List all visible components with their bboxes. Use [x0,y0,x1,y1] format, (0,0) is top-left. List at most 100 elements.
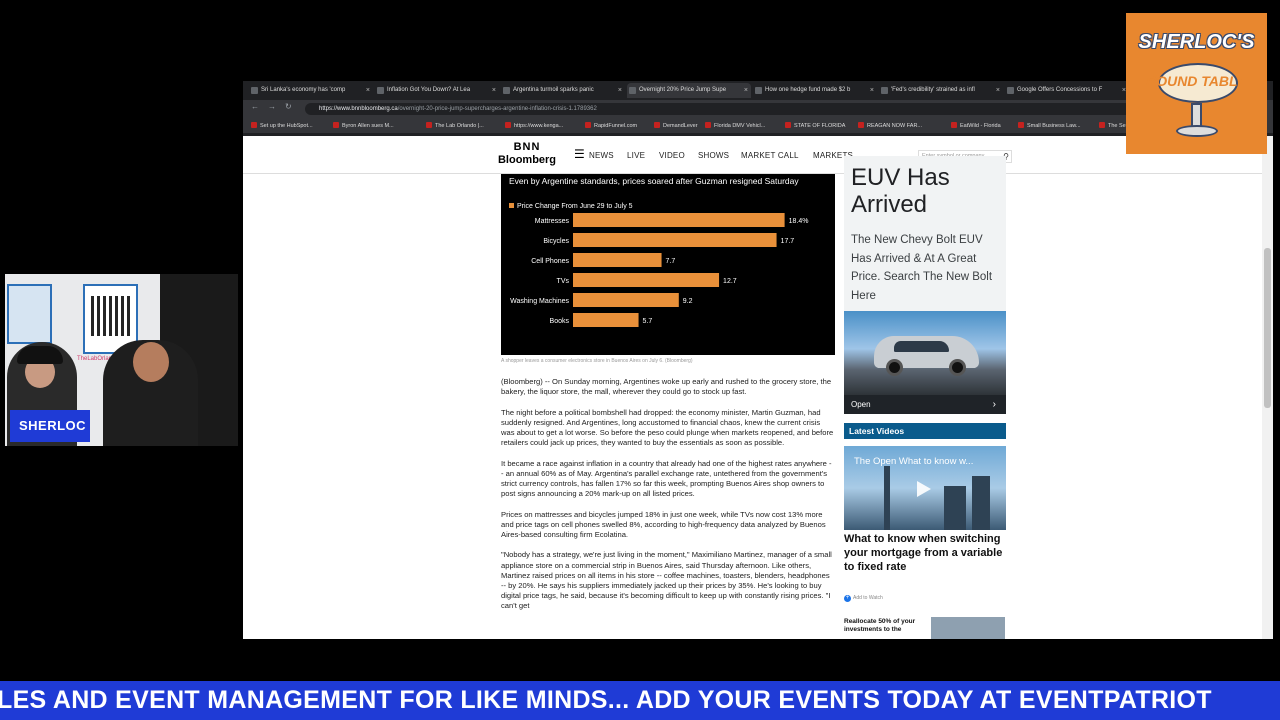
browser-window: Sri Lanka's economy has 'comp × Inflation … [243,81,1273,639]
browser-tab-1[interactable]: Inflation Got You Down? At Lea × [375,83,499,98]
browser-tab-4[interactable]: How one hedge fund made $2 b × [753,83,877,98]
nav-live[interactable]: LIVE [627,151,645,160]
wheel [886,359,903,376]
article-paragraph: (Bloomberg) -- On Sunday morning, Argent… [501,377,832,397]
legend-label: Price Change From June 29 to July 5 [517,203,633,210]
wheel [949,359,966,376]
cap [17,346,63,364]
bookmark-item[interactable]: STATE OF FLORIDA [785,122,845,129]
scrollbar-thumb[interactable] [1264,248,1271,408]
back-icon[interactable]: ← [251,102,259,111]
article-paragraph: "Nobody has a strategy, we're just livin… [501,550,832,611]
bookmark-item[interactable]: The Lab Orlando |... [426,122,484,129]
video-title[interactable]: What to know when switching your mortgag… [844,532,1006,574]
web-page: BNN Bloomberg ☰ NEWS LIVE VIDEO SHOWS MA… [243,136,1273,639]
nav-market-call[interactable]: MARKET CALL [741,151,799,160]
reload-icon[interactable]: ↻ [285,102,292,111]
browser-tab-5[interactable]: 'Fed's credibility' strained as infl × [879,83,1003,98]
ad-open-button[interactable]: Open › [844,395,1006,414]
bookmark-item[interactable]: Small Business Law... [1018,122,1081,129]
video2-thumbnail [931,617,1005,639]
bookmark-item[interactable]: DemandLever [654,122,698,129]
ticker-text: LES AND EVENT MANAGEMENT FOR LIKE MINDS.… [0,686,1212,714]
bookmarks-bar: Set up the HubSpot... Byron Allen sues M.… [243,117,1273,134]
building-shape [972,476,990,530]
url-field[interactable]: https://www.bnnbloomberg.ca/overnight-20… [305,103,1265,115]
building-shape [944,486,966,530]
tab-label: 'Fed's credibility' strained as infl [891,87,975,93]
tab-favicon-icon [629,87,636,94]
chart-legend: Price Change From June 29 to July 5 [509,203,633,210]
bar-washing-machines [573,293,679,307]
bar-tvs [573,273,720,287]
tab-close-icon[interactable]: × [492,83,496,98]
bookmark-item[interactable]: Florida DMV Vehicl... [705,122,765,129]
video-thumbnail[interactable]: The Open What to know w... [844,446,1006,530]
tab-favicon-icon [251,87,258,94]
play-icon[interactable] [917,481,931,497]
browser-tab-6[interactable]: Google Offers Concessions to F × [1005,83,1129,98]
chevy-ad[interactable]: EUV Has Arrived The New Chevy Bolt EUV Ha… [844,156,1006,414]
table-base-shape [1176,125,1218,137]
browser-tab-2[interactable]: Argentina turmoil sparks panic × [501,83,625,98]
show-logo-title: SHERLOC'S [1138,31,1255,53]
tab-strip: Sri Lanka's economy has 'comp × Inflation … [243,81,1273,98]
tab-label: How one hedge fund made $2 b [765,87,851,93]
browser-tab-3[interactable]: Overnight 20% Price Jump Supe × [627,83,751,98]
browser-tab-0[interactable]: Sri Lanka's economy has 'comp × [249,83,373,98]
tab-close-icon[interactable]: × [618,83,622,98]
latest-videos-header: Latest Videos [844,423,1006,439]
bar-books [573,313,639,327]
tab-close-icon[interactable]: × [744,83,748,98]
bookmark-item[interactable]: Set up the HubSpot... [251,122,313,129]
tab-favicon-icon [377,87,384,94]
nav-video[interactable]: VIDEO [659,151,685,160]
news-ticker: LES AND EVENT MANAGEMENT FOR LIKE MINDS.… [0,681,1280,720]
tab-close-icon[interactable]: × [996,83,1000,98]
bar-bicycles [573,233,777,247]
page-scrollbar[interactable] [1262,136,1273,639]
bookmark-item[interactable]: REAGAN NOW FAR... [858,122,922,129]
nav-shows[interactable]: SHOWS [698,151,729,160]
tab-label: Overnight 20% Price Jump Supe [639,87,727,93]
bar-mattresses [573,213,785,227]
nav-news[interactable]: NEWS [589,151,614,160]
article-body: (Bloomberg) -- On Sunday morning, Argent… [501,377,834,622]
tab-label: Argentina turmoil sparks panic [513,87,594,93]
forward-icon[interactable]: → [268,102,276,111]
tab-label: Inflation Got You Down? At Lea [387,87,471,93]
url-host: https://www.bnnbloomberg.ca [319,106,398,112]
chevron-right-icon: › [992,399,996,410]
chart-subtitle: Even by Argentine standards, prices soar… [509,176,799,186]
value-label: 5.7 [643,318,653,325]
add-to-watch-button[interactable]: Add to Watch [844,595,883,602]
value-label: 18.4% [789,218,809,225]
bookmark-item[interactable]: https://www.kenga... [505,122,563,129]
bookmark-item[interactable]: RapidFunnel.com [585,122,637,129]
bookmark-item[interactable]: EatWild - Florida [951,122,1001,129]
tab-favicon-icon [1007,87,1014,94]
logo-bottom: Bloomberg [497,154,557,166]
site-header: BNN Bloomberg ☰ NEWS LIVE VIDEO SHOWS MA… [243,136,1273,174]
value-label: 12.7 [723,278,737,285]
ad-open-label: Open [851,400,871,409]
category-label: Washing Machines [510,298,569,305]
tab-close-icon[interactable]: × [366,83,370,98]
host-person-right [103,340,198,446]
bookmark-item[interactable]: Byron Allen sues M... [333,122,394,129]
webcam-feed: TheLabOrlando SHERLOC [5,274,238,446]
stream-frame: Sri Lanka's economy has 'comp × Inflation … [0,0,1280,720]
ad-body-text: The New Chevy Bolt EUV Has Arrived & At … [851,234,993,302]
image-caption: A shopper leaves a consumer electronics … [501,358,693,364]
bnn-bloomberg-logo[interactable]: BNN Bloomberg [490,141,564,167]
article-paragraph: The night before a political bombshell h… [501,407,834,448]
video-list-item[interactable]: Reallocate 50% of your investments to th… [844,615,1006,639]
ad-car-image[interactable] [844,311,1006,395]
article-paragraph: It became a race against inflation in a … [501,458,832,499]
category-label: Cell Phones [531,258,569,265]
logo-top: BNN [513,141,541,153]
face [133,342,169,382]
tab-close-icon[interactable]: × [870,83,874,98]
category-label: Books [550,318,570,325]
menu-icon[interactable]: ☰ [574,147,585,161]
